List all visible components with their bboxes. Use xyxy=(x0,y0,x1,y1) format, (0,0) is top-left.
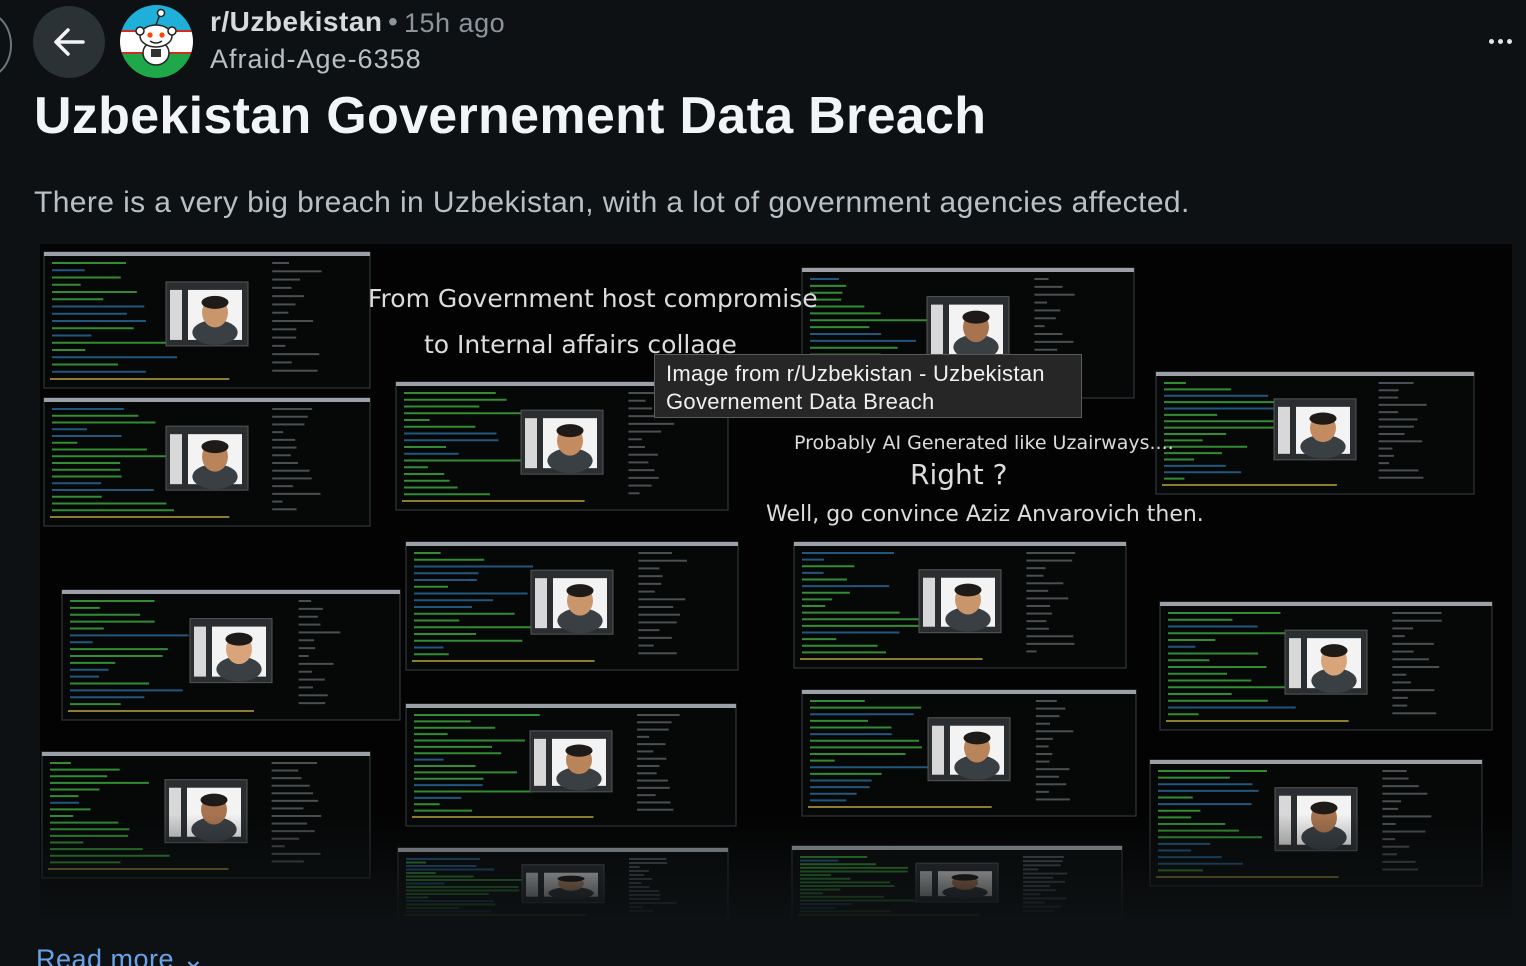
post-image[interactable]: From Government host compromise to Inter… xyxy=(40,244,1512,924)
terminal-window xyxy=(43,251,371,389)
meta-separator: • xyxy=(388,6,398,37)
post-body: There is a very big breach in Uzbekistan… xyxy=(34,186,1190,219)
post-title: Uzbekistan Governement Data Breach xyxy=(34,87,987,145)
terminal-window xyxy=(61,589,401,721)
more-options-button[interactable] xyxy=(1482,26,1518,56)
image-caption-3: Probably AI Generated like Uzairways.... xyxy=(794,432,1174,454)
arrow-left-icon xyxy=(54,28,85,56)
more-options-icon xyxy=(1488,38,1512,44)
terminal-window xyxy=(801,689,1137,817)
tooltip-line-2: Governement Data Breach xyxy=(666,389,935,414)
post-time: 15h ago xyxy=(404,8,506,38)
reddit-post-view: r/Uzbekistan • 15h ago Afraid-Age-6358 U… xyxy=(0,0,1526,966)
terminal-window xyxy=(793,541,1127,669)
subreddit-avatar[interactable] xyxy=(120,5,193,78)
subreddit-name[interactable]: r/Uzbekistan xyxy=(210,6,383,38)
terminal-window xyxy=(405,703,737,827)
terminal-window xyxy=(1159,601,1493,731)
image-caption-5: Well, go convince Aziz Anvarovich then. xyxy=(766,502,1204,527)
post-author[interactable]: Afraid-Age-6358 xyxy=(210,44,422,75)
terminal-window xyxy=(405,541,739,671)
terminal-window xyxy=(43,397,371,527)
back-button[interactable] xyxy=(33,6,105,78)
image-tooltip: Image from r/Uzbekistan - Uzbekistan Gov… xyxy=(654,354,1082,418)
image-fade xyxy=(40,814,1512,924)
image-caption-1: From Government host compromise xyxy=(368,284,818,313)
partial-button-edge[interactable] xyxy=(0,12,12,78)
tooltip-line-1: Image from r/Uzbekistan - Uzbekistan xyxy=(666,361,1045,386)
terminal-window xyxy=(1155,371,1475,495)
image-caption-4: Right ? xyxy=(910,458,1008,491)
read-more-link[interactable]: Read more ⌄ xyxy=(36,944,205,966)
